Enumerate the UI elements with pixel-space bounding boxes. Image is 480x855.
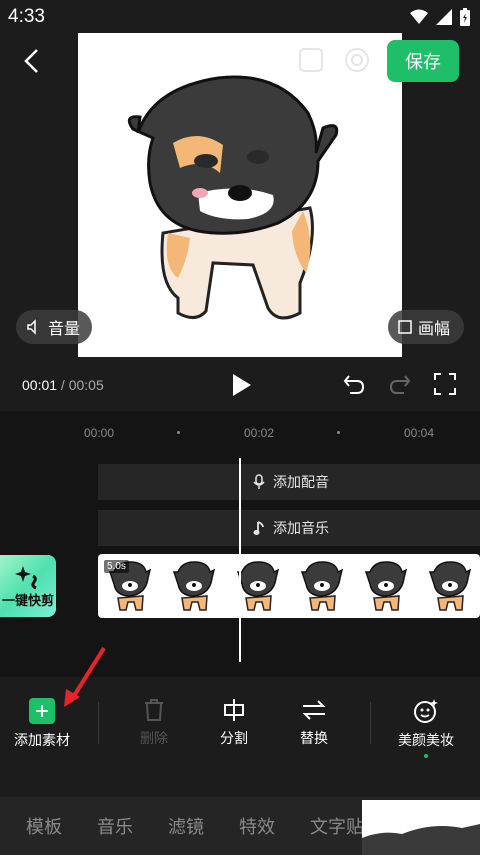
delete-label: 删除 bbox=[140, 730, 168, 746]
trash-icon bbox=[145, 699, 163, 721]
video-clip[interactable] bbox=[98, 554, 480, 618]
redo-icon[interactable] bbox=[388, 373, 412, 395]
ruler-dot bbox=[177, 431, 180, 434]
edit-toolbar: 添加素材 删除 分割 替换 美颜美妆 bbox=[0, 680, 480, 790]
undo-icon[interactable] bbox=[342, 373, 366, 395]
back-button[interactable] bbox=[14, 44, 48, 78]
status-bar: 4:33 bbox=[0, 0, 480, 34]
playback-timecode: 00:01 / 00:05 bbox=[22, 377, 104, 393]
tab-filter[interactable]: 滤镜 bbox=[168, 813, 204, 839]
split-label: 分割 bbox=[220, 730, 248, 746]
speaker-icon bbox=[27, 319, 36, 335]
clip-thumbnail bbox=[162, 554, 226, 618]
ruler-dot bbox=[337, 431, 340, 434]
time-separator: / bbox=[57, 377, 69, 393]
battery-icon bbox=[460, 8, 470, 26]
flower-icon[interactable] bbox=[343, 46, 371, 74]
tab-text[interactable]: 文字贴 bbox=[310, 813, 364, 839]
dog-illustration bbox=[127, 75, 339, 320]
fullscreen-icon[interactable] bbox=[434, 373, 456, 395]
clip-thumbnail bbox=[226, 554, 290, 618]
delete-button[interactable]: 删除 bbox=[118, 698, 190, 748]
beauty-button[interactable]: 美颜美妆 bbox=[390, 698, 462, 758]
save-button[interactable]: 保存 bbox=[387, 40, 459, 82]
back-arrow-icon bbox=[24, 49, 38, 73]
clip-thumbnail bbox=[290, 554, 354, 618]
canvas-label: 画幅 bbox=[418, 321, 451, 338]
ruler-mark: 00:00 bbox=[84, 426, 115, 440]
total-time: 00:05 bbox=[68, 377, 104, 393]
corner-thumbnail bbox=[362, 800, 480, 855]
volume-label: 音量 bbox=[48, 321, 81, 338]
clip-thumbnail bbox=[354, 554, 418, 618]
video-preview[interactable] bbox=[78, 33, 402, 357]
clip-thumbnail bbox=[418, 554, 480, 618]
split-button[interactable]: 分割 bbox=[198, 698, 270, 748]
tab-effects[interactable]: 特效 bbox=[239, 813, 275, 839]
add-material-button[interactable]: 添加素材 bbox=[6, 698, 78, 750]
play-icon[interactable] bbox=[228, 372, 254, 398]
ruler-mark: 00:02 bbox=[244, 426, 275, 440]
volume-button[interactable]: 音量 bbox=[16, 310, 92, 344]
music-note-icon bbox=[253, 521, 264, 535]
dubbing-label: 添加配音 bbox=[273, 474, 329, 490]
new-indicator bbox=[424, 754, 428, 758]
clip-duration: 5.0s bbox=[104, 560, 129, 573]
mic-icon bbox=[253, 474, 265, 489]
replace-button[interactable]: 替换 bbox=[278, 698, 350, 748]
dubbing-track[interactable]: 添加配音 bbox=[98, 464, 480, 500]
face-sparkle-icon bbox=[414, 699, 438, 723]
add-material-label: 添加素材 bbox=[14, 732, 70, 748]
replace-label: 替换 bbox=[300, 730, 328, 746]
ruler-mark: 00:04 bbox=[404, 426, 435, 440]
status-time: 4:33 bbox=[8, 6, 45, 27]
quick-cut-button[interactable]: 一键快剪 bbox=[0, 555, 56, 617]
keyframe-icon[interactable] bbox=[297, 46, 325, 74]
split-icon bbox=[224, 699, 244, 721]
wifi-icon bbox=[410, 9, 428, 24]
plus-icon bbox=[29, 698, 55, 724]
playhead[interactable] bbox=[239, 458, 241, 662]
tab-template[interactable]: 模板 bbox=[26, 813, 62, 839]
square-icon bbox=[398, 320, 412, 334]
music-track[interactable]: 添加音乐 bbox=[98, 510, 480, 546]
quick-cut-label: 一键快剪 bbox=[1, 592, 54, 608]
beauty-label: 美颜美妆 bbox=[398, 732, 454, 748]
sparkle-icon bbox=[15, 565, 37, 589]
signal-icon bbox=[436, 9, 452, 25]
swap-icon bbox=[302, 700, 326, 720]
canvas-ratio-button[interactable]: 画幅 bbox=[388, 310, 464, 344]
current-time: 00:01 bbox=[22, 377, 58, 393]
tab-music[interactable]: 音乐 bbox=[97, 813, 133, 839]
music-label: 添加音乐 bbox=[273, 520, 329, 536]
